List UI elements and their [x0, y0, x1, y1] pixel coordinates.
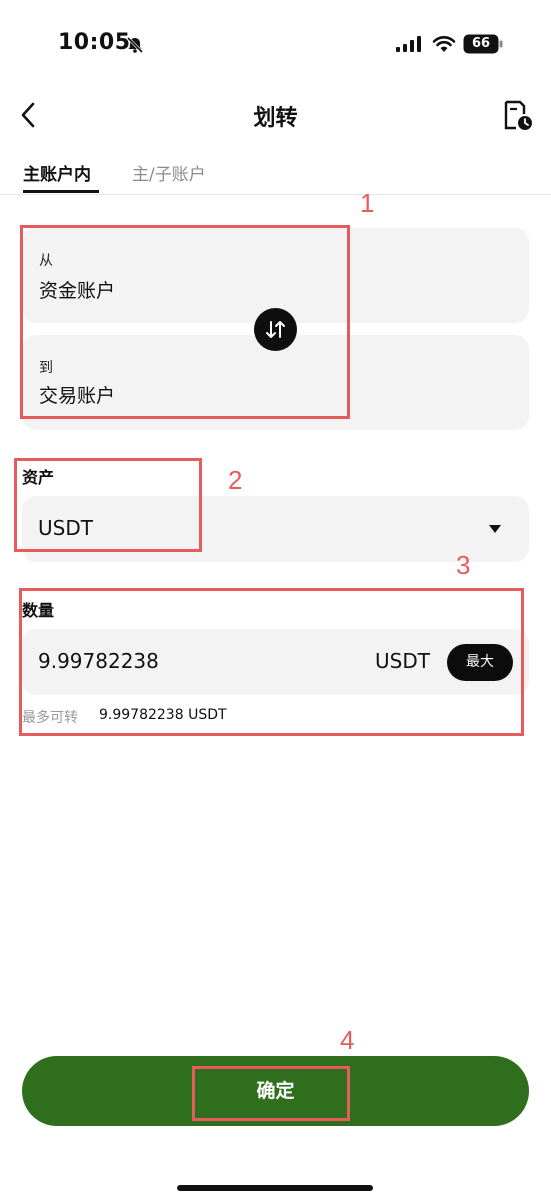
tab-divider — [0, 194, 551, 195]
battery-icon: 66 — [463, 34, 503, 54]
annotation-box-1 — [20, 225, 350, 419]
annotation-number-1: 1 — [360, 188, 375, 218]
wifi-icon — [432, 36, 456, 52]
battery-level: 66 — [471, 36, 491, 51]
active-tab-indicator — [23, 190, 99, 193]
bell-muted-icon — [126, 36, 144, 54]
tab-sub-account[interactable]: 主/子账户 — [132, 160, 206, 185]
annotation-box-2 — [14, 458, 202, 552]
annotation-box-4 — [192, 1066, 350, 1121]
annotation-number-4: 4 — [340, 1025, 355, 1055]
annotation-number-2: 2 — [228, 465, 243, 495]
home-indicator — [177, 1185, 373, 1191]
page-title: 划转 — [253, 106, 298, 131]
tab-main-account[interactable]: 主账户内 — [23, 160, 91, 185]
transfer-history-icon[interactable] — [502, 100, 534, 132]
status-time: 10:05 — [58, 30, 131, 55]
annotation-number-3: 3 — [456, 550, 471, 580]
dropdown-caret-icon — [489, 525, 501, 533]
cellular-signal-icon — [396, 36, 421, 52]
annotation-box-3 — [19, 588, 524, 736]
